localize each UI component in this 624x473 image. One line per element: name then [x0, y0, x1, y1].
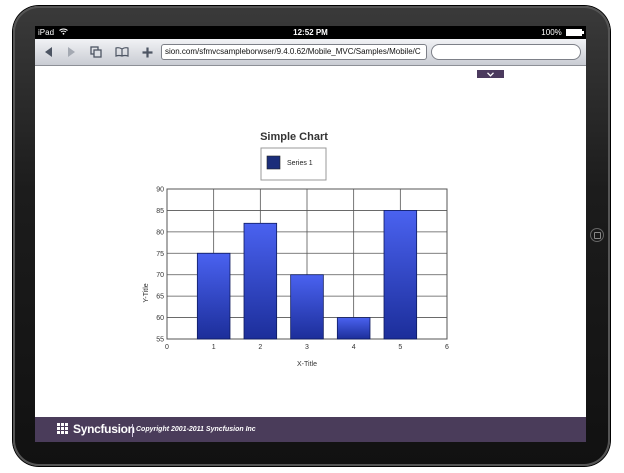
y-tick-label: 80 [156, 229, 164, 236]
y-tick-label: 75 [156, 251, 164, 258]
y-tick-label: 60 [156, 315, 164, 322]
legend-label: Series 1 [287, 160, 313, 167]
x-axis-title: X-Title [297, 361, 317, 368]
x-tick-label: 5 [398, 344, 402, 351]
search-field[interactable] [431, 44, 581, 60]
pages-icon [90, 46, 102, 58]
add-bookmark-button[interactable] [138, 43, 156, 61]
x-tick-label: 3 [305, 344, 309, 351]
bar-series-1-2[interactable] [243, 222, 278, 340]
x-tick-label: 6 [445, 344, 449, 351]
footer: Syncfusion Copyright 2001-2011 Syncfusio… [35, 417, 586, 442]
ipad-screen: iPad 12:52 PM 100% sion.com/sfmvcsampleb… [35, 26, 586, 442]
bar-chart: Simple Chart Series 1 55606570758085900 1… [143, 131, 449, 368]
y-axis-title: Y-Title [143, 283, 150, 302]
forward-arrow-icon [68, 47, 75, 57]
home-button[interactable] [590, 228, 604, 242]
bar-series-1-1[interactable] [196, 252, 231, 340]
copyright-text: Copyright 2001-2011 Syncfusion Inc [136, 426, 256, 433]
bookmarks-button[interactable] [113, 43, 131, 61]
bar-series-1-4[interactable] [336, 317, 371, 340]
brand-name: Syncfusion [73, 422, 135, 436]
bar-series-1-5[interactable] [383, 210, 418, 340]
browser-toolbar: sion.com/sfmvcsampleborwser/9.4.0.62/Mob… [35, 39, 586, 66]
forward-button[interactable] [62, 43, 80, 61]
legend-swatch [266, 155, 281, 170]
battery-percent: 100% [541, 28, 562, 37]
y-tick-label: 90 [156, 187, 164, 194]
x-tick-label: 2 [258, 344, 262, 351]
chart-legend: Series 1 [260, 147, 327, 181]
status-bar: iPad 12:52 PM 100% [35, 26, 586, 39]
x-tick-label: 1 [212, 344, 216, 351]
book-icon [115, 47, 129, 57]
back-arrow-icon [45, 47, 52, 57]
y-tick-label: 85 [156, 208, 164, 215]
y-tick-label: 65 [156, 294, 164, 301]
plus-icon [142, 47, 152, 57]
chart-title: Simple Chart [260, 131, 328, 143]
x-tick-label: 0 [165, 344, 169, 351]
y-tick-label: 55 [156, 337, 164, 344]
syncfusion-logo-icon [57, 423, 68, 434]
y-tick-label: 70 [156, 272, 164, 279]
footer-divider [132, 424, 133, 437]
back-button[interactable] [40, 43, 58, 61]
url-field[interactable]: sion.com/sfmvcsampleborwser/9.4.0.62/Mob… [161, 44, 427, 60]
tabs-button[interactable] [87, 43, 105, 61]
status-time: 12:52 PM [293, 28, 328, 37]
battery-icon [566, 29, 584, 36]
status-right: 100% [541, 26, 584, 39]
page-content: Simple Chart Series 1 55 60 65 70 75 80 85 90 0 1… [35, 67, 586, 417]
bar-series-1-3[interactable] [290, 274, 324, 340]
x-tick-label: 4 [352, 344, 356, 351]
